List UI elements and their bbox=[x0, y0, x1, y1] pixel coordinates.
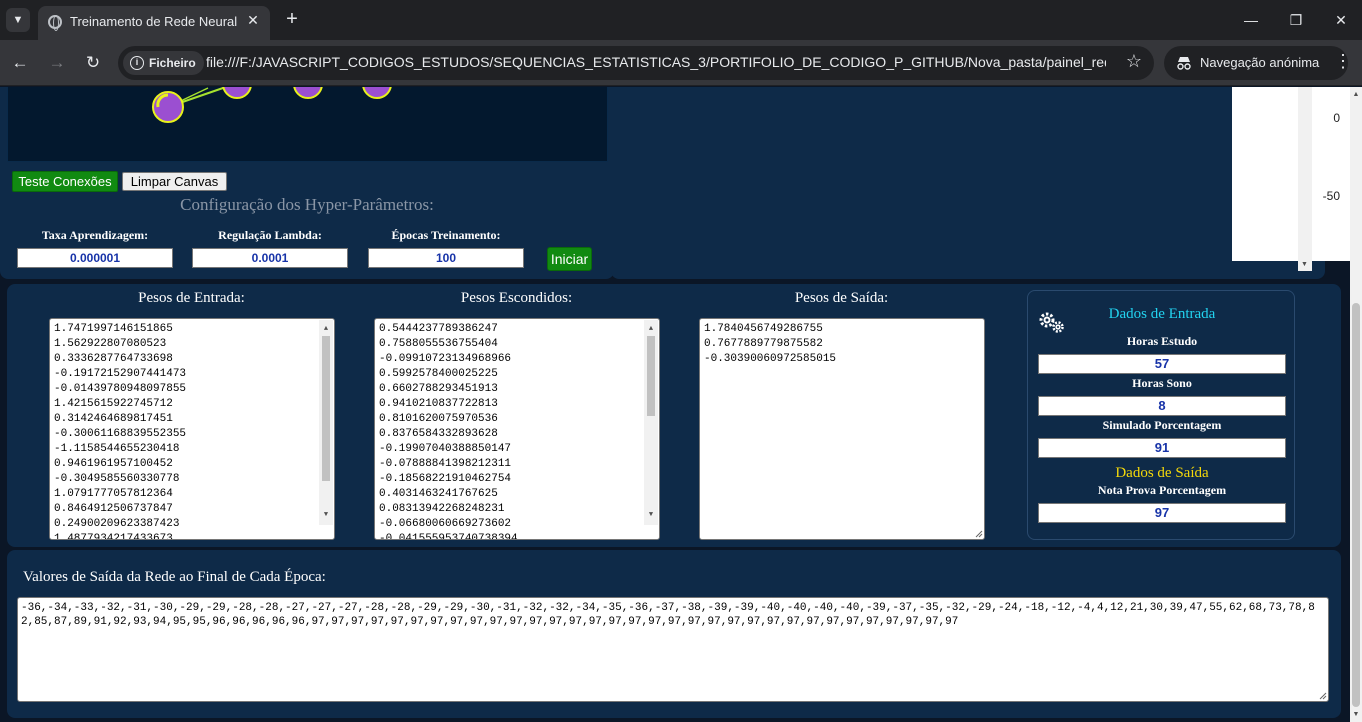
minimize-button[interactable]: — bbox=[1236, 8, 1266, 32]
info-icon: i bbox=[130, 56, 144, 70]
lambda-input[interactable]: 0.0001 bbox=[192, 248, 348, 268]
hours-study-label: Horas Estudo bbox=[1126, 334, 1198, 348]
restore-button[interactable]: ❐ bbox=[1281, 8, 1311, 32]
address-bar[interactable]: i Ficheiro file:///F:/JAVASCRIPT_CODIGOS… bbox=[118, 46, 1154, 80]
scroll-up-arrow[interactable]: ▲ bbox=[319, 322, 333, 337]
site-info-label: Ficheiro bbox=[149, 56, 196, 70]
scroll-thumb[interactable] bbox=[647, 336, 655, 416]
epochs-input[interactable]: 100 bbox=[368, 248, 524, 268]
browser-menu-icon[interactable]: ⋮ bbox=[1334, 51, 1352, 72]
hyperparams-title: Configuração dos Hyper-Parâmetros: bbox=[180, 195, 434, 214]
network-node bbox=[362, 87, 392, 99]
page-scroll-thumb[interactable] bbox=[1352, 303, 1360, 707]
output-weights-values: 1.7840456749286755 0.7677889779875582 -0… bbox=[704, 323, 837, 365]
network-panel: Teste Conexões Limpar Canvas Configuraçã… bbox=[0, 87, 614, 279]
scroll-up-arrow[interactable]: ▲ bbox=[644, 322, 658, 337]
output-data-title: Dados de Saída bbox=[1115, 465, 1209, 481]
page-scrollbar[interactable]: ▲ ▼ bbox=[1350, 87, 1362, 722]
tab-search-button[interactable]: ▼ bbox=[6, 8, 30, 32]
y-tick-label: 0 bbox=[1333, 111, 1340, 125]
line-chart: 0-50020406080ÉpocaValores PrevistosValor… bbox=[1323, 111, 1350, 216]
hidden-weights-values: 0.5444237789386247 0.7588055536755404 -0… bbox=[379, 323, 518, 540]
browser-tabbar: ▼ Treinamento de Rede Neural ✕ + — ❐ ✕ bbox=[0, 0, 1362, 40]
scroll-up-arrow[interactable]: ▲ bbox=[1352, 91, 1360, 98]
learning-rate-input[interactable]: 0.000001 bbox=[17, 248, 173, 268]
network-drawing bbox=[152, 87, 392, 123]
page-content: Teste Conexões Limpar Canvas Configuraçã… bbox=[0, 87, 1350, 722]
forward-button[interactable]: → bbox=[45, 51, 69, 75]
input-weights-textarea[interactable]: 1.7471997146151865 1.562922807080523 0.3… bbox=[49, 318, 335, 540]
close-window-button[interactable]: ✕ bbox=[1326, 8, 1356, 32]
url-text[interactable]: file:///F:/JAVASCRIPT_CODIGOS_ESTUDOS/SE… bbox=[206, 54, 1106, 70]
output-weights-title: Pesos de Saída: bbox=[794, 290, 889, 306]
active-tab[interactable]: Treinamento de Rede Neural ✕ bbox=[38, 6, 270, 40]
hours-sleep-input[interactable]: 8 bbox=[1038, 396, 1286, 416]
new-tab-button[interactable]: + bbox=[280, 8, 304, 32]
resize-grip-icon[interactable] bbox=[973, 528, 983, 538]
hidden-weights-textarea[interactable]: 0.5444237789386247 0.7588055536755404 -0… bbox=[374, 318, 660, 540]
start-button[interactable]: Iniciar bbox=[547, 247, 592, 271]
y-tick-label: -50 bbox=[1323, 189, 1341, 203]
globe-icon bbox=[48, 15, 62, 31]
incognito-icon bbox=[1177, 57, 1191, 70]
network-canvas[interactable] bbox=[7, 87, 608, 162]
simulated-input[interactable]: 91 bbox=[1038, 438, 1286, 458]
lambda-label: Regulação Lambda: bbox=[218, 228, 322, 242]
output-values: -36,-34,-33,-32,-31,-30,-29,-29,-28,-28,… bbox=[21, 602, 1315, 628]
data-panel: Dados de Entrada Horas Estudo 57 Horas S… bbox=[1027, 290, 1295, 540]
network-node bbox=[293, 87, 323, 99]
reload-button[interactable]: ↻ bbox=[81, 51, 105, 75]
network-node bbox=[222, 87, 252, 99]
site-info-chip[interactable]: i Ficheiro bbox=[123, 51, 204, 75]
clear-canvas-button[interactable]: Limpar Canvas bbox=[122, 172, 227, 191]
input-weights-title: Pesos de Entrada: bbox=[138, 290, 245, 306]
hidden-weights-title: Pesos Escondidos: bbox=[460, 290, 573, 306]
back-button[interactable]: ← bbox=[8, 51, 32, 75]
browser-toolbar: ← → ↻ i Ficheiro file:///F:/JAVASCRIPT_C… bbox=[0, 40, 1362, 86]
chart-panel: 0-50020406080ÉpocaValores PrevistosValor… bbox=[611, 87, 1350, 279]
exam-label: Nota Prova Porcentagem bbox=[1097, 483, 1227, 497]
hours-study-input[interactable]: 57 bbox=[1038, 354, 1286, 374]
chart-panel-scrollbar[interactable]: ▼ bbox=[1298, 87, 1312, 271]
epochs-label: Épocas Treinamento: bbox=[391, 228, 501, 242]
scroll-down-arrow[interactable]: ▼ bbox=[1301, 261, 1308, 268]
output-title: Valores de Saída da Rede ao Final de Cad… bbox=[23, 569, 326, 585]
incognito-indicator[interactable]: Navegação anónima bbox=[1164, 46, 1348, 80]
training-chart: 0-50020406080ÉpocaValores PrevistosValor… bbox=[1232, 87, 1350, 261]
scroll-down-arrow[interactable]: ▼ bbox=[319, 508, 333, 523]
resize-grip-icon[interactable] bbox=[1317, 690, 1327, 700]
hours-sleep-label: Horas Sono bbox=[1132, 376, 1192, 390]
hidden-weights-scrollbar[interactable]: ▲ ▼ bbox=[644, 320, 658, 525]
input-weights-values: 1.7471997146151865 1.562922807080523 0.3… bbox=[54, 323, 187, 540]
learning-rate-label: Taxa Aprendizagem: bbox=[41, 228, 149, 242]
incognito-label: Navegação anónima bbox=[1200, 55, 1320, 70]
scroll-down-arrow[interactable]: ▼ bbox=[644, 508, 658, 523]
input-data-title: Dados de Entrada bbox=[1108, 306, 1216, 322]
close-tab-icon[interactable]: ✕ bbox=[244, 11, 262, 29]
tab-title: Treinamento de Rede Neural bbox=[70, 14, 238, 29]
bookmark-star-icon[interactable]: ☆ bbox=[1126, 51, 1142, 72]
scroll-thumb[interactable] bbox=[322, 336, 330, 481]
scroll-down-arrow[interactable]: ▼ bbox=[1352, 711, 1360, 718]
test-connections-button[interactable]: Teste Conexões bbox=[12, 171, 118, 192]
exam-input[interactable]: 97 bbox=[1038, 503, 1286, 523]
output-weights-textarea[interactable]: 1.7840456749286755 0.7677889779875582 -0… bbox=[699, 318, 985, 540]
simulated-label: Simulado Porcentagem bbox=[1102, 418, 1222, 432]
output-values-textarea[interactable]: -36,-34,-33,-32,-31,-30,-29,-29,-28,-28,… bbox=[17, 597, 1329, 702]
input-weights-scrollbar[interactable]: ▲ ▼ bbox=[319, 320, 333, 525]
